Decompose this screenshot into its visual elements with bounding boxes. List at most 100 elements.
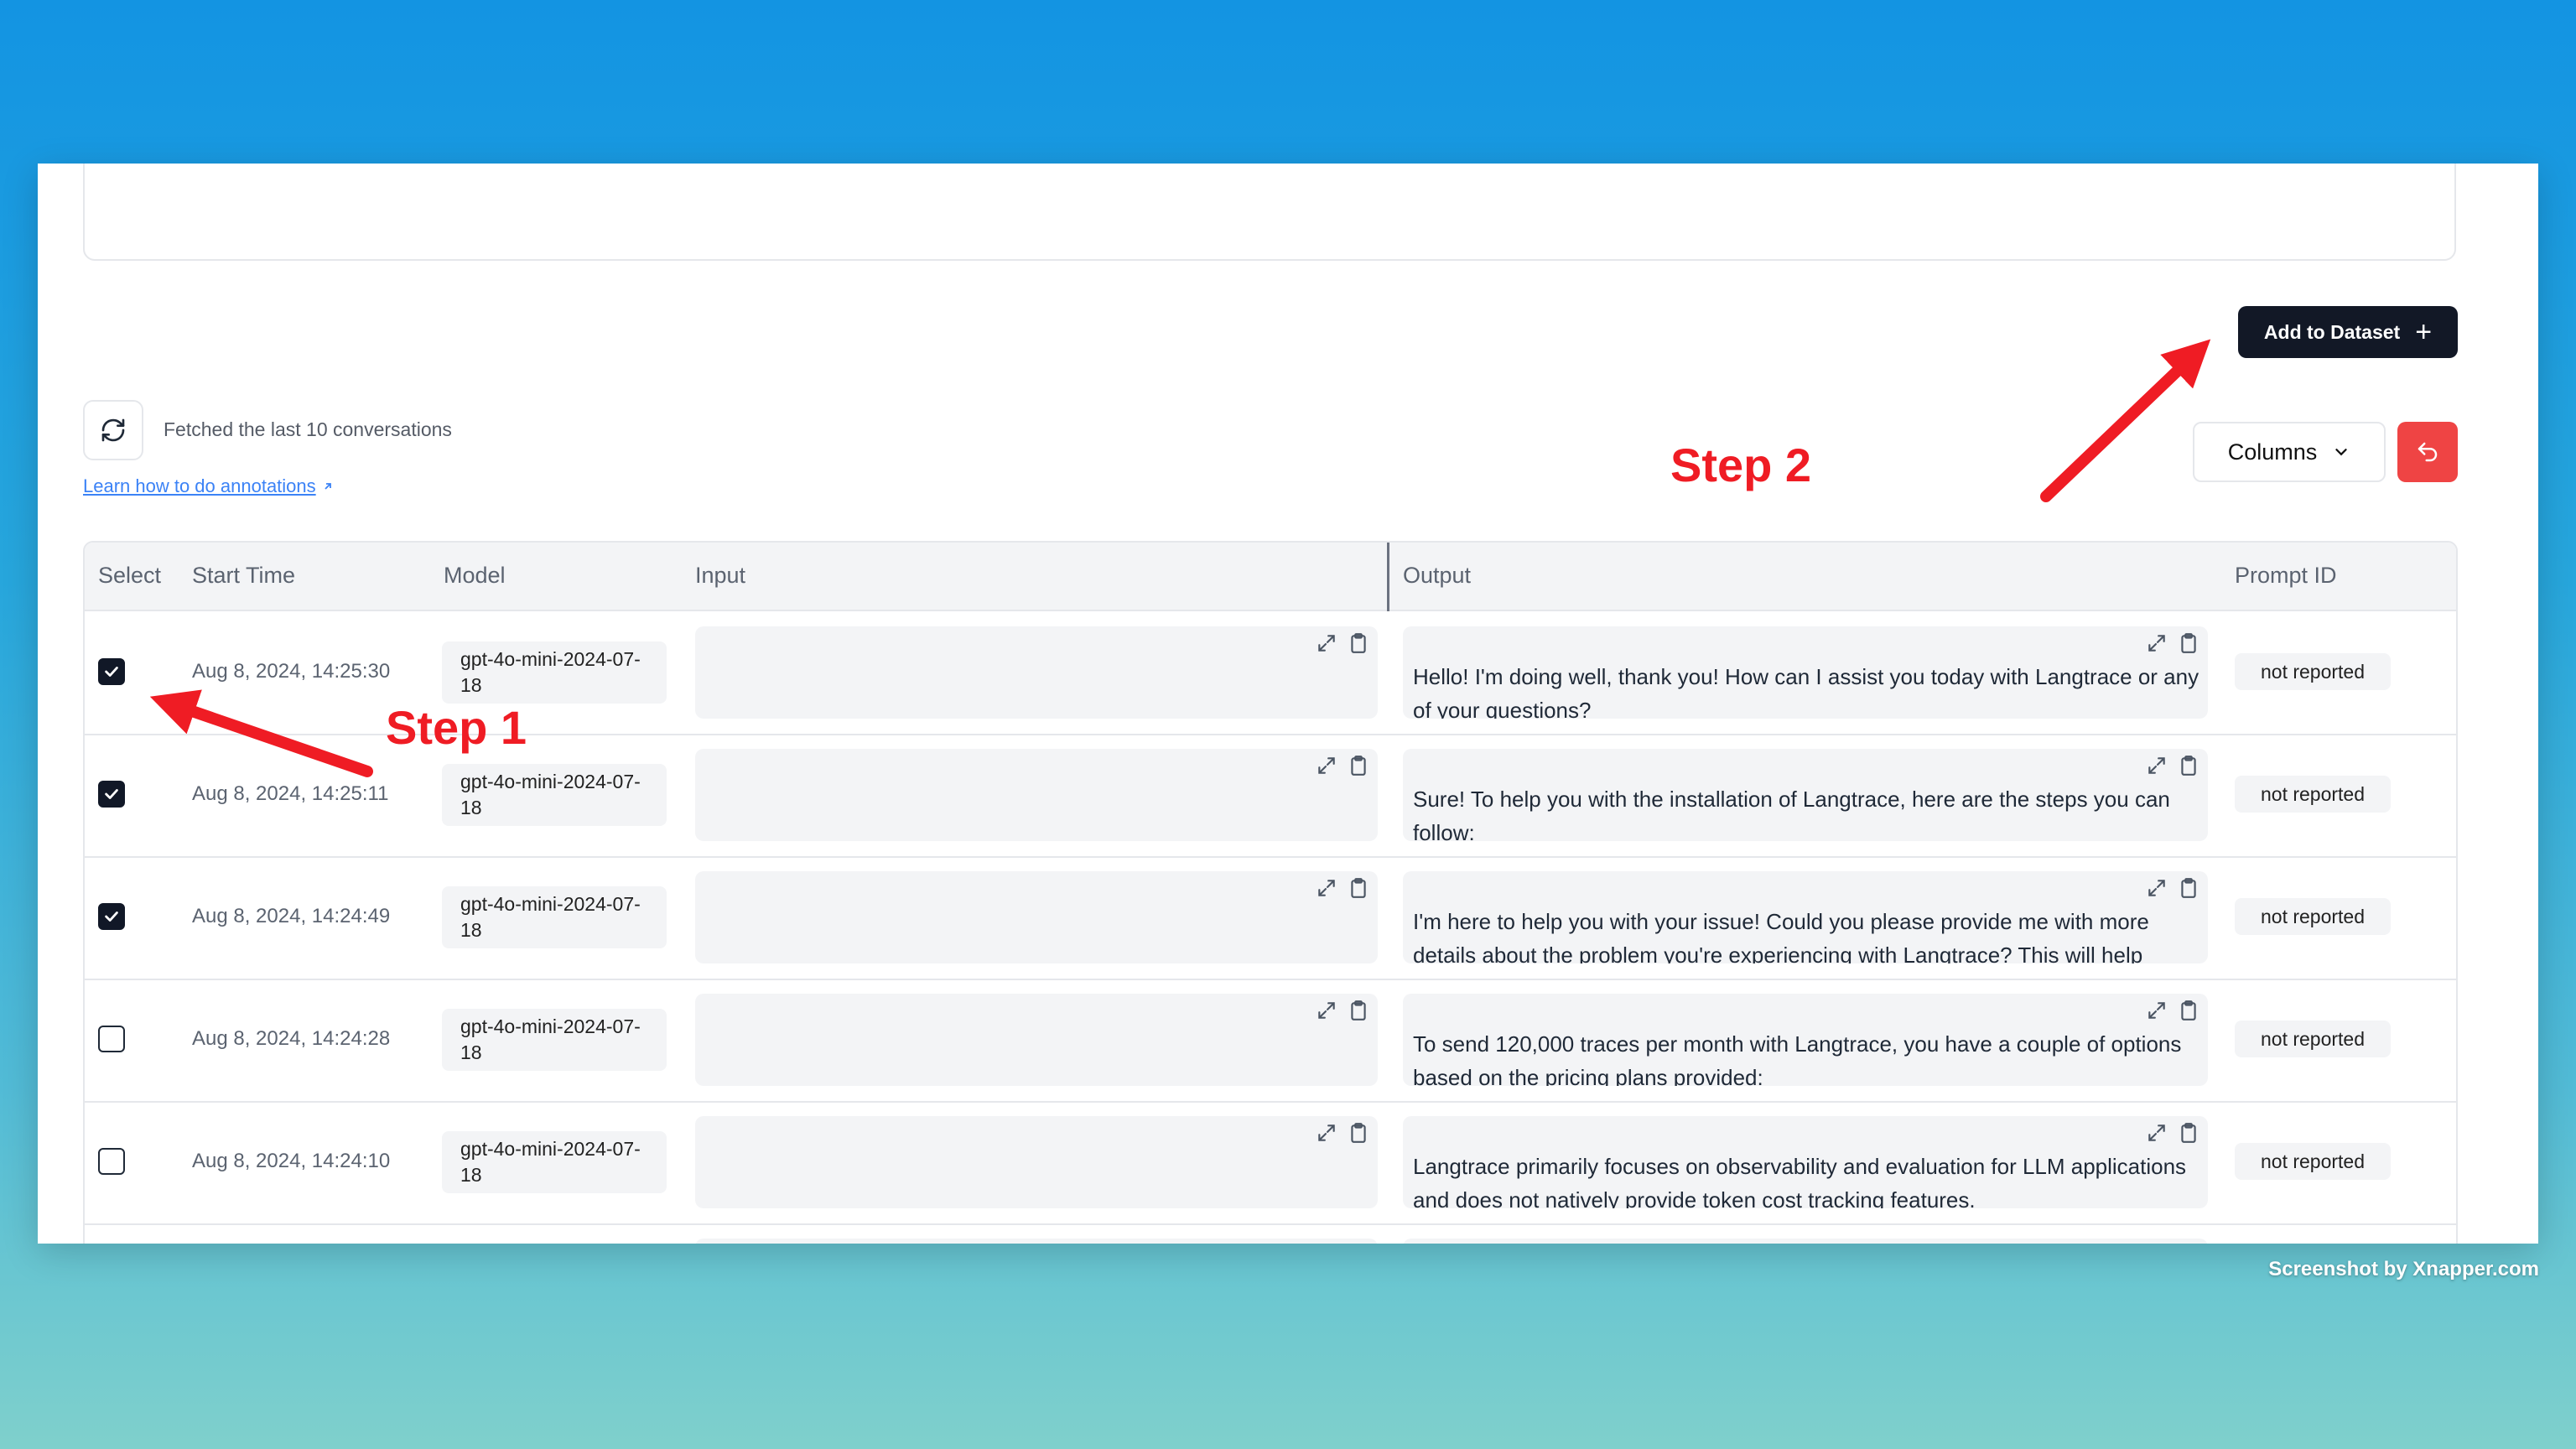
plus-icon: + xyxy=(2415,316,2433,348)
expand-icon[interactable] xyxy=(2146,755,2168,776)
clipboard-icon[interactable] xyxy=(2178,999,2199,1022)
prompt-id-badge: not reported xyxy=(2235,898,2391,935)
start-time: Aug 8, 2024, 14:25:30 xyxy=(192,660,391,683)
input-cell[interactable] xyxy=(695,994,1378,1086)
expand-icon[interactable] xyxy=(2146,1000,2168,1021)
header-input[interactable]: Input xyxy=(695,563,745,589)
external-link-icon xyxy=(325,483,331,490)
output-actions xyxy=(2146,631,2199,655)
model-badge: gpt-4o-mini-2024-07-18 xyxy=(442,1131,667,1193)
clipboard-icon[interactable] xyxy=(2178,631,2199,655)
expand-icon[interactable] xyxy=(2146,632,2168,654)
model-badge: gpt-4o-mini-2024-07-18 xyxy=(442,764,667,826)
prompt-id-badge: not reported xyxy=(2235,1143,2391,1180)
undo-icon xyxy=(2418,442,2438,462)
header-model[interactable]: Model xyxy=(444,563,506,589)
input-actions xyxy=(1316,999,1369,1022)
check-icon xyxy=(105,911,118,922)
output-actions xyxy=(2146,1121,2199,1145)
expand-icon[interactable] xyxy=(1316,1122,1337,1144)
expand-icon[interactable] xyxy=(1316,1000,1337,1021)
prompt-id-badge: not reported xyxy=(2235,653,2391,690)
clipboard-icon[interactable] xyxy=(1348,876,1369,900)
expand-icon[interactable] xyxy=(1316,755,1337,776)
output-text: To send 120,000 traces per month with La… xyxy=(1413,1031,2182,1086)
row-select-checkbox[interactable] xyxy=(98,903,125,930)
chevron-down-icon xyxy=(2335,449,2347,456)
clipboard-icon[interactable] xyxy=(1348,1121,1369,1145)
prompt-id-badge: not reported xyxy=(2235,776,2391,813)
output-text: I'm here to help you with your issue! Co… xyxy=(1413,909,2149,963)
add-to-dataset-button[interactable]: Add to Dataset + xyxy=(2238,306,2458,358)
input-actions xyxy=(1316,876,1369,900)
expand-icon[interactable] xyxy=(1316,877,1337,899)
output-actions xyxy=(2146,999,2199,1022)
column-resize-handle[interactable] xyxy=(1387,543,1389,611)
output-cell[interactable]: Hello! I'm doing well, thank you! How ca… xyxy=(1403,626,2208,719)
model-badge: gpt-4o-mini-2024-07-18 xyxy=(442,1009,667,1071)
output-text: Hello! I'm doing well, thank you! How ca… xyxy=(1413,664,2199,719)
input-actions xyxy=(1316,754,1369,777)
input-actions xyxy=(1316,1121,1369,1145)
output-cell[interactable]: Sure! To help you with the installation … xyxy=(1403,749,2208,841)
model-badge: gpt-4o-mini-2024-07-18 xyxy=(442,886,667,948)
output-cell[interactable]: Langtrace primarily focuses on observabi… xyxy=(1403,1116,2208,1208)
start-time: Aug 8, 2024, 14:25:11 xyxy=(192,782,389,805)
header-start-time[interactable]: Start Time xyxy=(192,563,295,589)
input-actions xyxy=(1316,631,1369,655)
model-badge: gpt-4o-mini-2024-07-18 xyxy=(442,641,667,704)
output-cell[interactable]: I'm here to help you with your issue! Co… xyxy=(1403,871,2208,963)
clipboard-icon[interactable] xyxy=(2178,1121,2199,1145)
output-text: Langtrace primarily focuses on observabi… xyxy=(1413,1154,2187,1208)
expand-icon[interactable] xyxy=(1316,632,1337,654)
reset-button[interactable] xyxy=(2397,422,2458,482)
columns-dropdown[interactable]: Columns xyxy=(2193,422,2386,482)
step-2-annotation: Step 2 xyxy=(1670,439,1812,491)
output-cell[interactable] xyxy=(1403,1239,2208,1244)
start-time: Aug 8, 2024, 14:24:10 xyxy=(192,1150,391,1172)
output-actions xyxy=(2146,876,2199,900)
output-actions xyxy=(2146,754,2199,777)
table-row: Aug 8, 2024, 14:24:49 gpt-4o-mini-2024-0… xyxy=(85,858,2456,980)
row-select-checkbox[interactable] xyxy=(98,1026,125,1052)
input-cell[interactable] xyxy=(695,1239,1378,1244)
table-row: Aug 8, 2024, 14:24:10 gpt-4o-mini-2024-0… xyxy=(85,1103,2456,1225)
check-icon xyxy=(105,789,118,799)
input-cell[interactable] xyxy=(695,871,1378,963)
input-cell[interactable] xyxy=(695,626,1378,719)
header-output[interactable]: Output xyxy=(1403,563,1471,589)
header-prompt-id[interactable]: Prompt ID xyxy=(2235,563,2337,589)
table-header: Select Start Time Model Input Output Pro… xyxy=(85,543,2456,611)
fetched-status: Fetched the last 10 conversations xyxy=(164,418,452,440)
row-select-checkbox[interactable] xyxy=(98,1148,125,1175)
refresh-button[interactable] xyxy=(83,400,143,460)
clipboard-icon[interactable] xyxy=(1348,754,1369,777)
output-cell[interactable]: To send 120,000 traces per month with La… xyxy=(1403,994,2208,1086)
learn-annotations-link[interactable]: Learn how to do annotations xyxy=(83,475,335,497)
expand-icon[interactable] xyxy=(2146,877,2168,899)
watermark: Screenshot by Xnapper.com xyxy=(2268,1258,2539,1280)
add-to-dataset-label: Add to Dataset xyxy=(2263,320,2401,343)
table-row xyxy=(85,1225,2456,1244)
clipboard-icon[interactable] xyxy=(1348,631,1369,655)
step-1-annotation: Step 1 xyxy=(386,701,527,754)
expand-icon[interactable] xyxy=(2146,1122,2168,1144)
start-time: Aug 8, 2024, 14:24:28 xyxy=(192,1027,391,1050)
top-panel xyxy=(83,164,2456,261)
output-text: Sure! To help you with the installation … xyxy=(1413,787,2170,841)
prompt-id-badge: not reported xyxy=(2235,1021,2391,1057)
input-cell[interactable] xyxy=(695,749,1378,841)
row-select-checkbox[interactable] xyxy=(98,658,125,685)
clipboard-icon[interactable] xyxy=(2178,754,2199,777)
clipboard-icon[interactable] xyxy=(1348,999,1369,1022)
table-row: Aug 8, 2024, 14:24:28 gpt-4o-mini-2024-0… xyxy=(85,980,2456,1103)
columns-label: Columns xyxy=(2227,439,2318,465)
refresh-icon xyxy=(101,418,125,442)
clipboard-icon[interactable] xyxy=(2178,876,2199,900)
input-cell[interactable] xyxy=(695,1116,1378,1208)
start-time: Aug 8, 2024, 14:24:49 xyxy=(192,905,391,927)
learn-annotations-label: Learn how to do annotations xyxy=(83,475,316,496)
traces-table: Select Start Time Model Input Output Pro… xyxy=(83,541,2458,1244)
row-select-checkbox[interactable] xyxy=(98,781,125,808)
header-select: Select xyxy=(98,563,162,588)
